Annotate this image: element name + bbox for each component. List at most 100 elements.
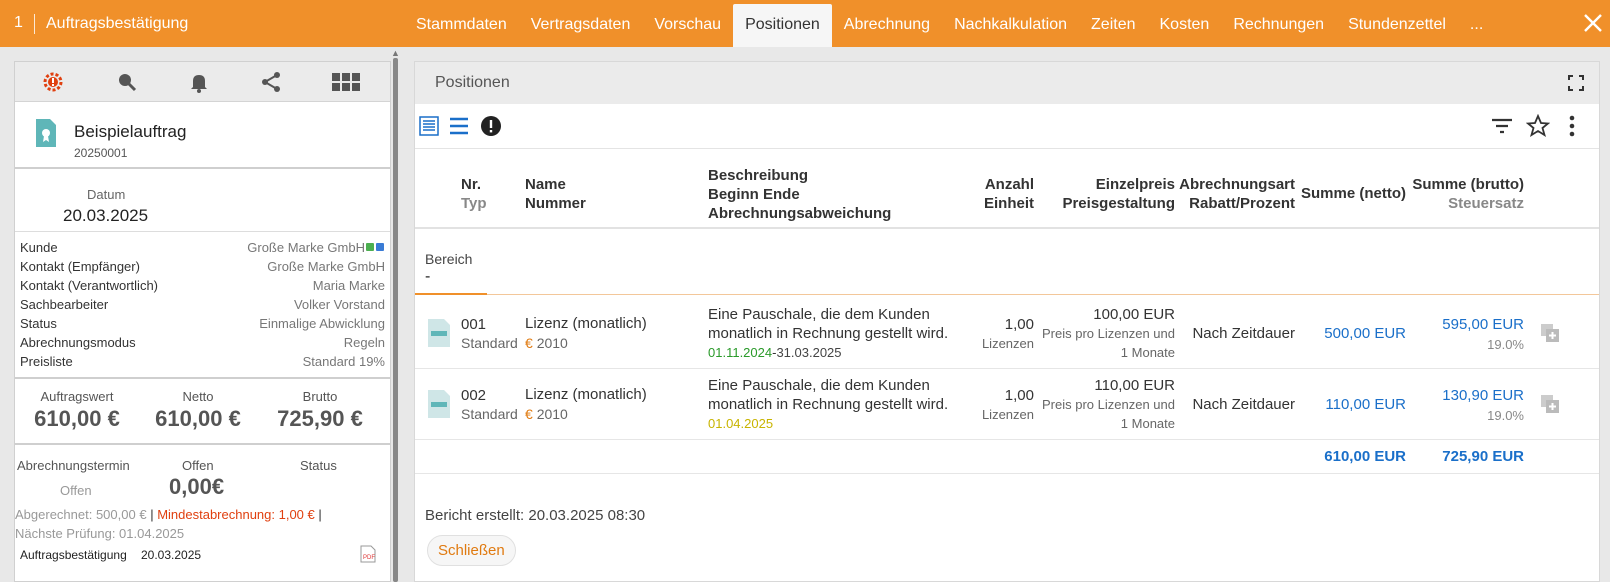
pdf-icon[interactable]: PDF	[360, 545, 376, 563]
copy-add-icon[interactable]	[1540, 323, 1560, 343]
summary-toolbar	[15, 62, 390, 102]
header-abrechnungsart-label: Abrechnungsart	[1179, 176, 1295, 193]
tab-kosten[interactable]: Kosten	[1148, 4, 1222, 47]
bereich-group[interactable]: Bereich -	[415, 229, 1599, 297]
table-row[interactable]: 001 Standard Lizenz (monatlich) € 2010 E…	[415, 297, 1599, 369]
header-anzahl[interactable]: Anzahl Einheit	[984, 175, 1034, 213]
header-name[interactable]: Name Nummer	[525, 175, 586, 213]
divider	[34, 14, 35, 34]
date-label: Datum	[87, 187, 126, 202]
close-icon[interactable]	[1580, 10, 1606, 36]
brutto: Brutto 725,90 €	[260, 379, 380, 432]
header-preisgestaltung: Preisgestaltung	[1062, 195, 1175, 212]
row-nummer: € 2010	[525, 335, 568, 351]
address-book-icon[interactable]	[365, 241, 385, 252]
field-value: Einmalige Abwicklung	[259, 316, 385, 331]
detail-view-icon[interactable]	[417, 114, 441, 138]
row-desc1: Eine Pauschale, die dem Kunden	[708, 377, 930, 394]
tab-abrechnung[interactable]: Abrechnung	[832, 4, 942, 47]
header-nr-typ[interactable]: Nr. Typ	[461, 175, 487, 213]
row-name[interactable]: Lizenz (monatlich)	[525, 386, 647, 403]
row-steuer: 19.0%	[1487, 337, 1524, 352]
header-summe-netto[interactable]: Summe (netto)	[1301, 184, 1406, 203]
tab-more[interactable]: ...	[1458, 4, 1495, 47]
divider-accent	[415, 293, 487, 295]
field-label: Status	[20, 316, 57, 331]
header-nummer: Nummer	[525, 195, 586, 212]
window-number: 1	[14, 14, 23, 31]
row-desc2: monatlich in Rechnung gestellt wird.	[708, 396, 949, 413]
share-icon[interactable]	[259, 70, 283, 94]
field-label: Abrechnungsmodus	[20, 335, 136, 350]
product-icon: €	[525, 406, 533, 422]
row-name[interactable]: Lizenz (monatlich)	[525, 315, 647, 332]
tab-rechnungen[interactable]: Rechnungen	[1221, 4, 1336, 47]
tab-positionen[interactable]: Positionen	[733, 4, 832, 47]
list-view-icon[interactable]	[447, 114, 471, 138]
tab-nachkalkulation[interactable]: Nachkalkulation	[942, 4, 1079, 47]
offen-label: Offen	[182, 458, 214, 473]
tab-zeiten[interactable]: Zeiten	[1079, 4, 1147, 47]
product-icon: €	[525, 335, 533, 351]
row-steuer: 19.0%	[1487, 408, 1524, 423]
row-typ: Standard	[461, 406, 518, 422]
tab-vertragsdaten[interactable]: Vertragsdaten	[519, 4, 643, 47]
tab-stundenzettel[interactable]: Stundenzettel	[1336, 4, 1458, 47]
field-row: Kontakt (Verantwortlich) Maria Marke	[15, 276, 390, 295]
field-value[interactable]: Volker Vorstand	[294, 297, 385, 312]
header-beschreibung[interactable]: Beschreibung Beginn Ende Abrechnungsabwe…	[708, 166, 891, 223]
row-summe-netto[interactable]: 500,00 EUR	[1324, 325, 1406, 342]
filter-icon[interactable]	[1490, 114, 1514, 138]
more-menu-icon[interactable]	[1560, 114, 1584, 138]
row-beginn: 01.04.2025	[708, 416, 774, 431]
header-nr: Nr.	[461, 176, 482, 193]
naechste-pruefung: Nächste Prüfung: 01.04.2025	[15, 526, 185, 541]
row-summe-netto[interactable]: 110,00 EUR	[1325, 396, 1406, 413]
brutto-value: 725,90 €	[277, 406, 363, 431]
date-block: Datum 20.03.2025	[15, 169, 390, 232]
star-icon[interactable]	[1526, 114, 1550, 138]
date-value: 20.03.2025	[63, 206, 149, 225]
separator: |	[150, 507, 154, 522]
auftragswert-value: 610,00 €	[34, 406, 120, 431]
header-steuersatz: Steuersatz	[1448, 195, 1524, 212]
warning-icon[interactable]	[479, 114, 503, 138]
panel-splitter[interactable]	[393, 58, 398, 582]
certificate-document-icon	[36, 119, 56, 147]
row-einzelpreis: 110,00 EUR	[1094, 377, 1175, 394]
header-rabatt: Rabatt/Prozent	[1189, 195, 1295, 212]
bell-icon[interactable]	[187, 70, 211, 94]
header-beginn-ende: Beginn Ende	[708, 186, 800, 203]
search-icon[interactable]	[115, 70, 139, 94]
grid-icon[interactable]	[331, 70, 361, 94]
termin-value: Offen	[60, 483, 92, 498]
netto: Netto 610,00 €	[138, 379, 258, 432]
window-title: Auftragsbestätigung	[46, 15, 189, 32]
header-einzelpreis[interactable]: Einzelpreis Preisgestaltung	[1062, 175, 1175, 213]
field-row: Kontakt (Empfänger) Große Marke GmbH	[15, 257, 390, 276]
copy-add-icon[interactable]	[1540, 394, 1560, 414]
header-abrechnungsart[interactable]: Abrechnungsart Rabatt/Prozent	[1179, 175, 1295, 213]
row-summe-brutto[interactable]: 130,90 EUR	[1442, 387, 1524, 404]
table-row[interactable]: 002 Standard Lizenz (monatlich) € 2010 E…	[415, 369, 1599, 440]
alert-gear-icon[interactable]	[41, 70, 65, 94]
customer-name[interactable]: Große Marke GmbH	[247, 240, 365, 255]
bereich-value: -	[425, 268, 431, 285]
totals-row: 610,00 EUR 725,90 EUR	[415, 440, 1599, 474]
bereich-label: Bereich	[425, 251, 473, 267]
scroll-up-icon[interactable]: ▲	[391, 48, 400, 58]
document-label[interactable]: Auftragsbestätigung	[20, 548, 127, 562]
field-value[interactable]: Maria Marke	[313, 278, 385, 293]
field-value[interactable]: Große Marke GmbH	[267, 259, 385, 274]
panel-title: Positionen	[435, 74, 510, 91]
divider	[415, 294, 1599, 295]
tab-stammdaten[interactable]: Stammdaten	[404, 4, 519, 47]
header-summe-brutto[interactable]: Summe (brutto) Steuersatz	[1412, 175, 1524, 213]
close-button[interactable]: Schließen	[427, 535, 516, 566]
tab-vorschau[interactable]: Vorschau	[642, 4, 733, 47]
row-preis1: Preis pro Lizenzen und	[1042, 397, 1175, 412]
fullscreen-icon[interactable]	[1567, 74, 1585, 92]
positions-header: Positionen	[415, 62, 1599, 104]
field-row: Abrechnungsmodus Regeln	[15, 333, 390, 352]
row-summe-brutto[interactable]: 595,00 EUR	[1442, 316, 1524, 333]
